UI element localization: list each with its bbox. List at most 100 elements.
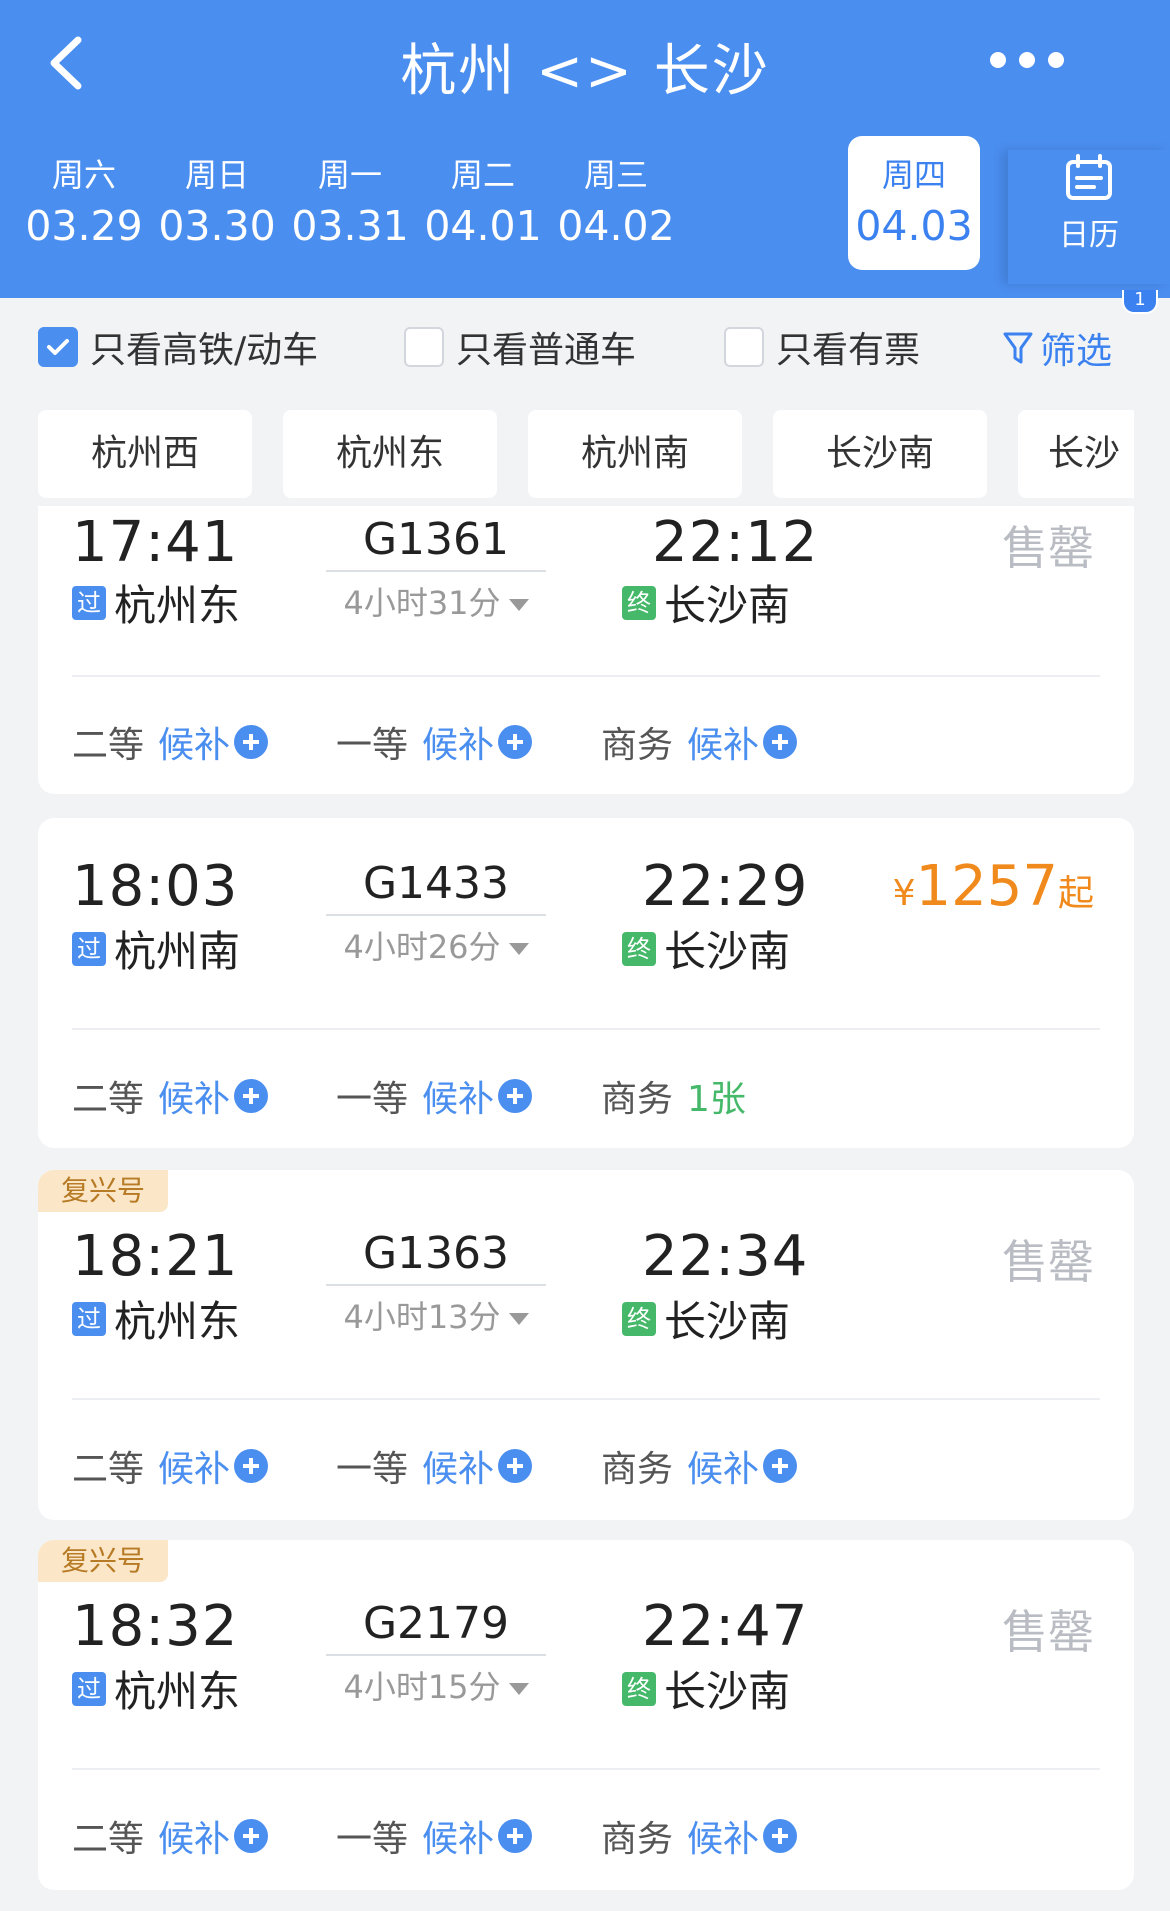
seat-first-class[interactable]: 一等 候补 <box>336 1440 533 1492</box>
departure-station: 过杭州南 <box>72 918 240 979</box>
fuxing-tag: 复兴号 <box>38 1540 168 1582</box>
train-card[interactable]: 复兴号 18:32 G2179 4小时15分 22:47 过杭州东 终长沙南 售… <box>38 1540 1134 1890</box>
train-number: G2179 <box>362 1598 510 1649</box>
caret-down-icon <box>508 943 529 955</box>
station-chip[interactable]: 杭州南 <box>528 410 742 498</box>
checkbox-unchecked[interactable] <box>724 327 764 367</box>
checkbox-unchecked[interactable] <box>404 327 444 367</box>
divider <box>72 1028 1100 1030</box>
filter-row: 只看高铁/动车 只看普通车 只看有票 筛选 <box>0 298 1170 394</box>
station-name: 长沙南 <box>664 581 791 630</box>
checkbox-label: 只看有票 <box>776 330 921 371</box>
seat-second-class[interactable]: 二等 候补 <box>72 1440 269 1492</box>
plus-circle-icon <box>234 1449 269 1483</box>
train-card[interactable]: 17:41 G1361 4小时31分 22:12 过杭州东 终长沙南 售罄 二等… <box>38 506 1134 794</box>
more-icon <box>990 52 1006 68</box>
funnel-icon <box>1003 332 1033 364</box>
chevron-left-icon <box>50 36 82 90</box>
seat-business-class[interactable]: 商务 候补 <box>601 716 798 768</box>
terminal-badge: 终 <box>622 931 656 966</box>
station-chip[interactable]: 长沙南 <box>773 410 987 498</box>
route-line <box>326 1284 546 1286</box>
date-tab[interactable]: 周六 03.29 <box>18 136 150 270</box>
station-chips: 杭州西 杭州东 杭州南 长沙南 长沙 <box>38 410 1134 498</box>
train-number: G1363 <box>362 1228 510 1279</box>
filter-label: 筛选 <box>1040 331 1113 372</box>
date-tab[interactable]: 周日 03.30 <box>151 136 283 270</box>
pass-badge: 过 <box>72 585 106 620</box>
station-chip[interactable]: 杭州西 <box>38 410 252 498</box>
station-name: 长沙南 <box>664 927 791 976</box>
date-tab-selected[interactable]: 周四 04.03 <box>848 136 980 270</box>
plus-circle-icon <box>234 1819 269 1853</box>
divider <box>72 675 1100 677</box>
calendar-label: 日历 <box>1059 218 1119 253</box>
terminal-badge: 终 <box>622 1301 656 1336</box>
departure-time: 18:32 <box>72 1594 239 1659</box>
route-line <box>326 570 546 572</box>
seat-business-class[interactable]: 商务 候补 <box>601 1810 798 1862</box>
arrival-time: 22:29 <box>642 854 809 919</box>
route-line <box>326 1654 546 1656</box>
seat-second-class[interactable]: 二等 候补 <box>72 1810 269 1862</box>
arrival-time: 22:47 <box>642 1594 809 1659</box>
departure-time: 18:03 <box>72 854 239 919</box>
train-card[interactable]: 18:03 G1433 4小时26分 22:29 过杭州南 终长沙南 ¥1257… <box>38 818 1134 1148</box>
filter-button[interactable]: 筛选 <box>1002 322 1112 374</box>
divider <box>72 1398 1100 1400</box>
departure-station: 过杭州东 <box>72 572 240 633</box>
station-name: 长沙南 <box>664 1297 791 1346</box>
seat-business-class[interactable]: 商务 候补 <box>601 1440 798 1492</box>
date-tab[interactable]: 周三 04.02 <box>550 136 682 270</box>
date-tab[interactable]: 周二 04.01 <box>417 136 549 270</box>
seat-second-class[interactable]: 二等 候补 <box>72 716 269 768</box>
price-amount: 1257 <box>915 854 1058 919</box>
station-name: 杭州东 <box>114 581 241 630</box>
back-button[interactable] <box>38 30 98 96</box>
seat-business-class[interactable]: 商务 1张 <box>601 1070 746 1122</box>
duration-toggle[interactable]: 4小时26分 <box>326 922 546 968</box>
departure-station: 过杭州东 <box>72 1288 240 1349</box>
more-button[interactable] <box>990 40 1064 80</box>
station-name: 杭州东 <box>114 1667 241 1716</box>
departure-station: 过杭州东 <box>72 1658 240 1719</box>
duration-toggle[interactable]: 4小时31分 <box>326 578 546 624</box>
checkbox-checked[interactable] <box>38 327 78 367</box>
route-line <box>326 914 546 916</box>
date-tab[interactable]: 周一 03.31 <box>284 136 416 270</box>
seat-first-class[interactable]: 一等 候补 <box>336 716 533 768</box>
duration-toggle[interactable]: 4小时15分 <box>326 1662 546 1708</box>
high-speed-checkbox[interactable]: 只看高铁/动车 <box>38 326 318 371</box>
station-name: 长沙南 <box>664 1667 791 1716</box>
duration-text: 4小时13分 <box>343 1298 501 1336</box>
seat-first-class[interactable]: 一等 候补 <box>336 1070 533 1122</box>
arrival-station: 终长沙南 <box>622 918 790 979</box>
date-label: 03.31 <box>291 202 409 250</box>
price-label: ¥1257起 <box>892 854 1094 919</box>
calendar-icon <box>1066 154 1112 200</box>
seat-second-class[interactable]: 二等 候补 <box>72 1070 269 1122</box>
train-list: 17:41 G1361 4小时31分 22:12 过杭州东 终长沙南 售罄 二等… <box>0 506 1170 1911</box>
date-label: 03.29 <box>25 202 143 250</box>
sold-out-label: 售罄 <box>1002 1605 1094 1659</box>
sold-out-label: 售罄 <box>1002 1235 1094 1289</box>
duration-toggle[interactable]: 4小时13分 <box>326 1292 546 1338</box>
station-name: 杭州东 <box>114 1297 241 1346</box>
station-chip[interactable]: 杭州东 <box>283 410 497 498</box>
pass-badge: 过 <box>72 931 106 966</box>
available-only-checkbox[interactable]: 只看有票 <box>724 326 920 371</box>
calendar-button[interactable]: 日历 <box>1008 150 1170 284</box>
normal-train-checkbox[interactable]: 只看普通车 <box>404 326 636 371</box>
weekday-label: 周四 <box>881 156 946 194</box>
station-chip[interactable]: 长沙 <box>1018 410 1134 498</box>
train-card[interactable]: 复兴号 18:21 G1363 4小时13分 22:34 过杭州东 终长沙南 售… <box>38 1170 1134 1520</box>
pass-badge: 过 <box>72 1671 106 1706</box>
arrival-time: 22:12 <box>652 510 819 575</box>
seat-first-class[interactable]: 一等 候补 <box>336 1810 533 1862</box>
duration-text: 4小时15分 <box>343 1668 501 1706</box>
divider <box>72 1768 1100 1770</box>
date-label: 03.30 <box>158 202 276 250</box>
fuxing-tag: 复兴号 <box>38 1170 168 1212</box>
checkbox-label: 只看高铁/动车 <box>90 330 319 371</box>
terminal-badge: 终 <box>622 585 656 620</box>
